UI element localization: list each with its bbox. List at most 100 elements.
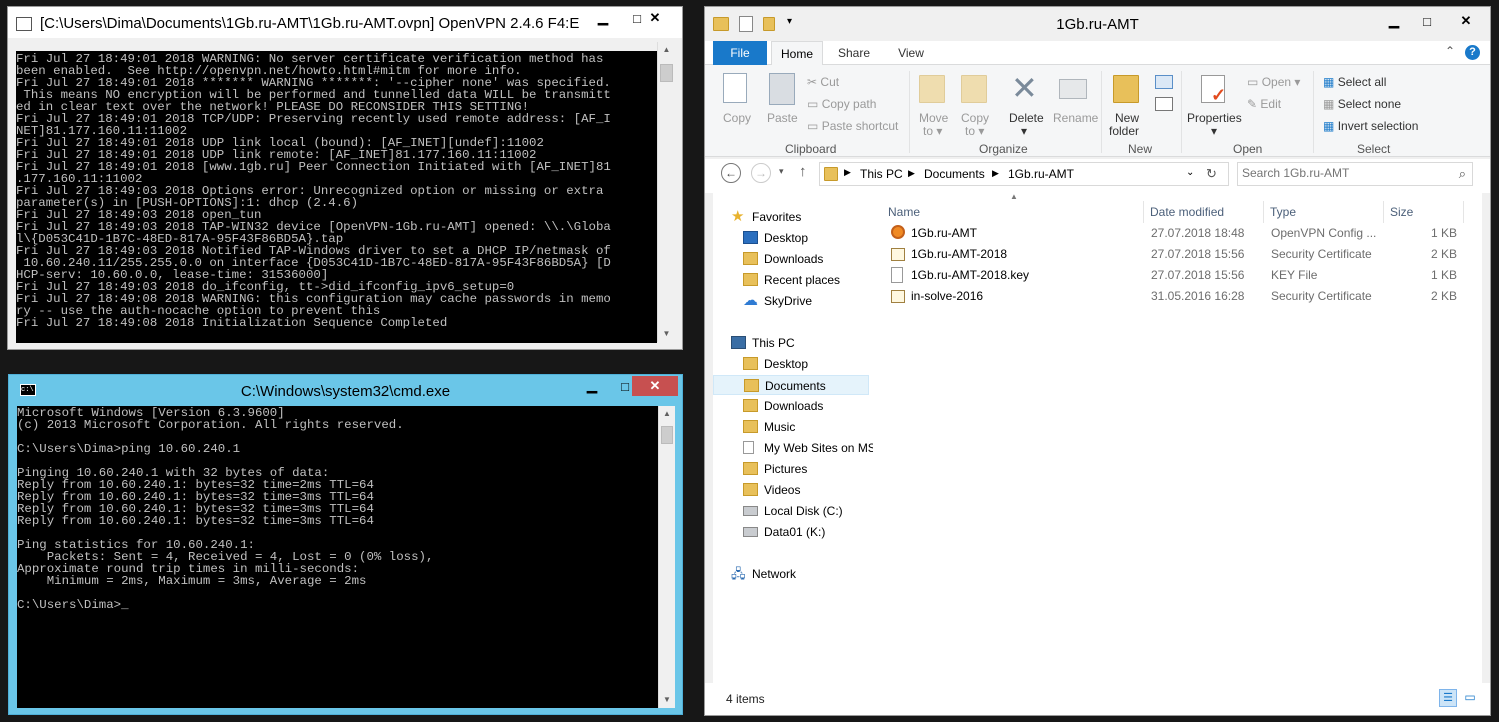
column-header-date[interactable]: Date modified [1144,201,1264,223]
refresh-icon[interactable]: ↻ [1206,166,1217,182]
rename-button[interactable]: Rename [1049,71,1098,133]
back-button[interactable]: ← [721,163,741,183]
nav-favorites[interactable]: ★ Favorites [713,207,869,227]
nav-favorite-item[interactable]: ☁ SkyDrive [713,291,869,311]
nav-favorites-label: Favorites [752,210,802,224]
invert-selection-button[interactable]: ▦ Invert selection [1323,119,1418,133]
copy-button[interactable]: Copy [719,71,757,129]
explorer-window: ▾ 1Gb.ru-AMT ▁ □ ✕ File Home Share View … [704,6,1491,716]
file-row[interactable]: 1Gb.ru-AMT-2018 27.07.2018 15:56 Security … [881,244,1465,264]
new-folder-button[interactable]: New folder [1107,71,1147,138]
search-box[interactable]: ⌕ [1237,162,1473,186]
column-header-name[interactable]: Name [882,201,1144,223]
select-none-button[interactable]: ▦ Select none [1323,97,1401,111]
large-icons-view-icon[interactable]: ▭ [1461,689,1479,707]
minimize-button[interactable]: ▁ [575,376,609,396]
explorer-titlebar[interactable]: ▾ 1Gb.ru-AMT ▁ □ ✕ [705,7,1490,41]
open-button[interactable]: ▭ Open ▾ [1247,75,1300,89]
tab-file[interactable]: File [713,41,767,65]
breadcrumb-documents[interactable]: Documents [924,167,985,181]
breadcrumb-this-pc[interactable]: This PC [860,167,903,181]
ribbon-separator [909,71,910,153]
nav-pc-item[interactable]: Documents [713,375,869,395]
nav-pc-item-label: Documents [765,379,826,393]
scroll-down-icon[interactable]: ▼ [658,326,675,342]
move-to-button[interactable]: Move to ▾ [915,71,951,138]
nav-pc-item[interactable]: My Web Sites on MS [713,438,873,458]
scissors-icon: ✂ [807,75,818,89]
paste-button[interactable]: Paste [763,71,803,129]
scroll-thumb[interactable] [660,64,673,82]
copy-path-button[interactable]: ▭ Copy path [807,97,876,111]
cut-button[interactable]: ✂ Cut [807,75,839,89]
paste-shortcut-button[interactable]: ▭ Paste shortcut [807,119,898,133]
nav-favorite-item[interactable]: Desktop [713,228,869,248]
tab-home[interactable]: Home [771,41,823,66]
nav-favorite-item[interactable]: Recent places [713,270,869,290]
file-size: 2 KB [1430,247,1457,261]
ribbon-collapse-icon[interactable]: ⌃ [1445,44,1455,58]
nav-favorite-item[interactable]: Downloads [713,249,869,269]
scroll-thumb[interactable] [661,426,673,444]
ribbon-separator [1313,71,1314,153]
nav-network[interactable]: 🖧 Network [713,564,869,584]
nav-pc-item[interactable]: Data01 (K:) [713,522,869,542]
nav-pc-item[interactable]: Pictures [713,459,869,479]
nav-pc-item[interactable]: Local Disk (C:) [713,501,869,521]
edit-button[interactable]: ✎ Edit [1247,97,1281,111]
search-icon[interactable]: ⌕ [1459,166,1466,182]
scroll-up-icon[interactable]: ▲ [658,42,675,58]
address-dropdown-icon[interactable]: ⌄ [1186,167,1194,178]
up-button[interactable]: ↑ [799,163,807,180]
new-item-icon[interactable] [1155,75,1173,89]
address-bar[interactable]: ▶ This PC ▶ Documents ▶ 1Gb.ru-AMT ⌄ ↻ [819,162,1229,186]
column-header-type[interactable]: Type [1264,201,1384,223]
properties-button[interactable]: ✓ Properties ▾ [1187,71,1243,138]
tab-share[interactable]: Share [829,41,879,65]
select-all-button[interactable]: ▦ Select all [1323,75,1386,89]
openvpn-icon [891,225,905,239]
close-button[interactable]: ✕ [632,8,678,28]
openvpn-titlebar[interactable]: [C:\Users\Dima\Documents\1Gb.ru-AMT\1Gb.… [8,7,682,38]
forward-button[interactable]: → [751,163,771,183]
scroll-up-icon[interactable]: ▲ [659,406,675,422]
recent-locations-icon[interactable]: ▾ [779,166,784,177]
scroll-down-icon[interactable]: ▼ [659,692,675,708]
group-label-organize: Organize [979,142,1028,156]
nav-favorite-item-label: Downloads [764,252,824,266]
copy-to-button[interactable]: Copy to ▾ [957,71,993,138]
details-view-icon[interactable]: ☰ [1439,689,1457,707]
column-header-size[interactable]: Size [1384,201,1464,223]
easy-access-icon[interactable] [1155,97,1173,111]
minimize-button[interactable]: ▁ [1377,11,1411,31]
maximize-button[interactable]: □ [1410,11,1444,31]
cmd-titlebar[interactable]: c:\ C:\Windows\system32\cmd.exe ▁ □ ✕ [9,375,682,406]
close-button[interactable]: ✕ [1443,11,1489,31]
nav-pc-item[interactable]: Videos [713,480,869,500]
search-input[interactable] [1242,166,1442,180]
nav-this-pc[interactable]: This PC [713,333,869,353]
delete-button[interactable]: ✕ Delete ▾ [1005,71,1045,138]
nav-pc-item[interactable]: Music [713,417,869,437]
nav-pc-item-label: Downloads [764,399,824,413]
close-button[interactable]: ✕ [632,376,678,396]
breadcrumb-current[interactable]: 1Gb.ru-AMT [1008,167,1074,181]
nav-pc-item[interactable]: Desktop [713,354,869,374]
cmd-output[interactable]: Microsoft Windows [Version 6.3.9600] (c) … [17,406,658,708]
file-row[interactable]: 1Gb.ru-AMT-2018.key 27.07.2018 15:56 KEY F… [881,265,1465,285]
openvpn-scrollbar[interactable]: ▲ ▼ [657,42,675,342]
invert-selection-icon: ▦ [1323,119,1335,133]
nav-pc-item-label: Music [764,420,796,434]
nav-pc-item-label: Local Disk (C:) [764,504,843,518]
minimize-button[interactable]: ▁ [586,8,620,28]
file-row[interactable]: 1Gb.ru-AMT 27.07.2018 18:48 OpenVPN Config… [881,223,1465,243]
star-icon: ★ [731,208,745,225]
cmd-scrollbar[interactable]: ▲ ▼ [658,406,675,708]
console-line: (c) 2013 Microsoft Corporation. All righ… [17,418,404,432]
tab-view[interactable]: View [887,41,935,65]
group-label-open: Open [1233,142,1263,156]
folder-icon [743,399,758,412]
file-row[interactable]: in-solve-2016 31.05.2016 16:28 Security Ce… [881,286,1465,306]
nav-pc-item[interactable]: Downloads [713,396,869,416]
help-icon[interactable]: ? [1465,45,1480,60]
